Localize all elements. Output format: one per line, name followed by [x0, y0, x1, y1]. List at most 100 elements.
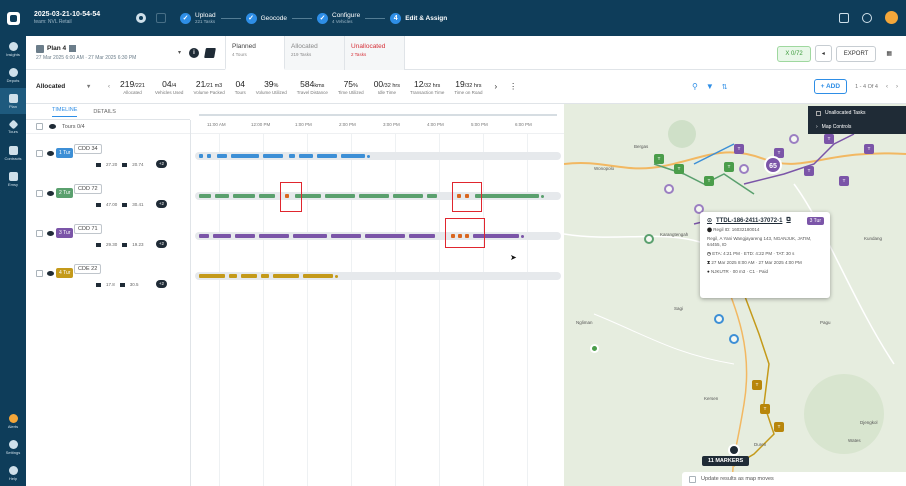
tour-row-info[interactable]: 1 Tur CDD 34 27.20 20.74 +2 [26, 140, 190, 180]
chevron-down-icon[interactable]: ▾ [178, 49, 181, 56]
nav-insights[interactable]: Insights [0, 36, 26, 62]
task-segment[interactable] [273, 274, 299, 278]
task-marker[interactable]: T [654, 154, 664, 164]
task-segment[interactable] [199, 154, 203, 158]
sort-icon[interactable]: ⇅ [722, 83, 728, 91]
legend-checkbox[interactable] [816, 110, 821, 116]
filter-icon[interactable]: ▼ [706, 82, 714, 91]
select-all-checkbox[interactable] [36, 123, 43, 130]
task-segment[interactable] [299, 154, 313, 158]
count-badge[interactable]: +2 [156, 160, 167, 168]
task-segment[interactable] [231, 154, 259, 158]
nav-alerts[interactable]: Alerts [0, 408, 26, 434]
step-configure[interactable]: ✓ Configure 4 Vehicles [317, 12, 360, 24]
eye-icon[interactable] [47, 151, 54, 156]
info-icon[interactable]: i [189, 47, 200, 58]
more-icon[interactable]: ⋮ [509, 82, 517, 91]
tab-unallocated[interactable]: Unallocated 2 Tasks [345, 35, 406, 70]
carbon-button[interactable]: X 0/72 [777, 45, 811, 62]
task-segment[interactable] [393, 194, 423, 198]
row-checkbox[interactable] [36, 270, 43, 277]
task-marker[interactable]: T [752, 380, 762, 390]
task-segment[interactable] [427, 194, 437, 198]
task-segment[interactable] [475, 194, 539, 198]
step-edit-assign[interactable]: 4 Edit & Assign [390, 12, 447, 24]
depot-marker[interactable] [590, 344, 599, 353]
task-segment[interactable] [289, 154, 295, 158]
row-checkbox[interactable] [36, 190, 43, 197]
task-marker[interactable]: T [774, 422, 784, 432]
eye-icon[interactable] [47, 271, 54, 276]
task-segment[interactable] [213, 234, 231, 238]
depot-marker[interactable] [728, 444, 740, 456]
chevron-right-icon[interactable]: › [896, 84, 898, 90]
session-settings-icon[interactable] [136, 13, 146, 23]
timeline-scroll[interactable] [199, 114, 557, 116]
collapse-button[interactable]: ◂ [814, 45, 832, 62]
stop-ring[interactable] [644, 234, 654, 244]
nav-tours[interactable]: Tours [0, 114, 26, 140]
task-segment[interactable] [409, 234, 435, 238]
add-button[interactable]: + ADD [813, 79, 848, 94]
tour-row-info[interactable]: 4 Tur CDE 22 17.8 30.5 +2 [26, 260, 190, 300]
task-segment[interactable] [207, 154, 211, 158]
cluster-marker[interactable]: 65 [764, 156, 782, 174]
stop-ring[interactable] [729, 334, 739, 344]
task-segment[interactable] [331, 234, 361, 238]
step-geocode[interactable]: ✓ Geocode [245, 12, 287, 24]
task-segment[interactable] [303, 274, 333, 278]
eye-icon[interactable] [47, 231, 54, 236]
chevron-right-icon[interactable]: › [494, 82, 497, 91]
map-view[interactable]: Unallocated Tasks › Map Controls T T T T … [564, 104, 906, 486]
stop-ring[interactable] [714, 314, 724, 324]
tour-lane-4[interactable] [195, 272, 561, 280]
stop-ring[interactable] [739, 164, 749, 174]
export-button[interactable]: EXPORT [835, 45, 877, 62]
fullscreen-icon[interactable] [839, 12, 849, 23]
task-marker[interactable]: T [839, 176, 849, 186]
tab-details[interactable]: DETAILS [93, 109, 116, 115]
task-segment[interactable] [365, 234, 405, 238]
copy-icon[interactable]: ⧉ [786, 217, 790, 224]
count-badge[interactable]: +2 [156, 280, 167, 288]
tour-lane-2[interactable] [195, 192, 561, 200]
task-segment[interactable] [293, 234, 327, 238]
search-icon[interactable]: ⚲ [692, 82, 698, 91]
task-segment[interactable] [259, 234, 289, 238]
eye-icon[interactable] [49, 124, 56, 129]
task-marker[interactable]: T [864, 144, 874, 154]
plan-selector[interactable]: Plan 4 27 Mar 2025 6:00 AM · 27 Mar 2025… [36, 44, 166, 61]
task-segment[interactable] [261, 274, 269, 278]
task-segment[interactable] [263, 154, 283, 158]
chevron-left-icon[interactable]: ‹ [886, 84, 888, 90]
task-segment[interactable] [359, 194, 389, 198]
app-logo[interactable] [0, 0, 26, 36]
task-segment[interactable] [229, 274, 237, 278]
task-id[interactable]: TTDL-186-2411-37072-1 [716, 218, 782, 224]
task-segment[interactable] [325, 194, 355, 198]
nav-plan[interactable]: Plan [0, 88, 26, 114]
task-segment[interactable] [317, 154, 337, 158]
task-segment[interactable] [241, 274, 257, 278]
task-segment[interactable] [199, 194, 211, 198]
task-marker[interactable]: T [724, 162, 734, 172]
tab-allocated[interactable]: Allocated 219 Tasks [285, 35, 346, 70]
task-marker[interactable]: T [824, 134, 834, 144]
nav-settings[interactable]: Settings [0, 434, 26, 460]
grid-icon[interactable]: ▦ [880, 46, 898, 61]
plan-checkbox[interactable] [36, 44, 44, 53]
tab-planned[interactable]: Planned 4 Tours [225, 35, 286, 70]
task-marker[interactable]: T [674, 164, 684, 174]
task-marker[interactable]: T [704, 176, 714, 186]
eye-icon[interactable] [47, 191, 54, 196]
task-segment[interactable] [217, 154, 227, 158]
row-checkbox[interactable] [36, 230, 43, 237]
session-menu-icon[interactable] [156, 13, 166, 23]
row-checkbox[interactable] [36, 150, 43, 157]
tour-lane-1[interactable] [195, 152, 561, 160]
task-segment[interactable] [235, 234, 255, 238]
chevron-left-icon[interactable]: ‹ [108, 84, 110, 90]
avatar[interactable] [885, 11, 898, 24]
nav-emsy[interactable]: Emsy [0, 166, 26, 192]
task-segment[interactable] [199, 234, 209, 238]
